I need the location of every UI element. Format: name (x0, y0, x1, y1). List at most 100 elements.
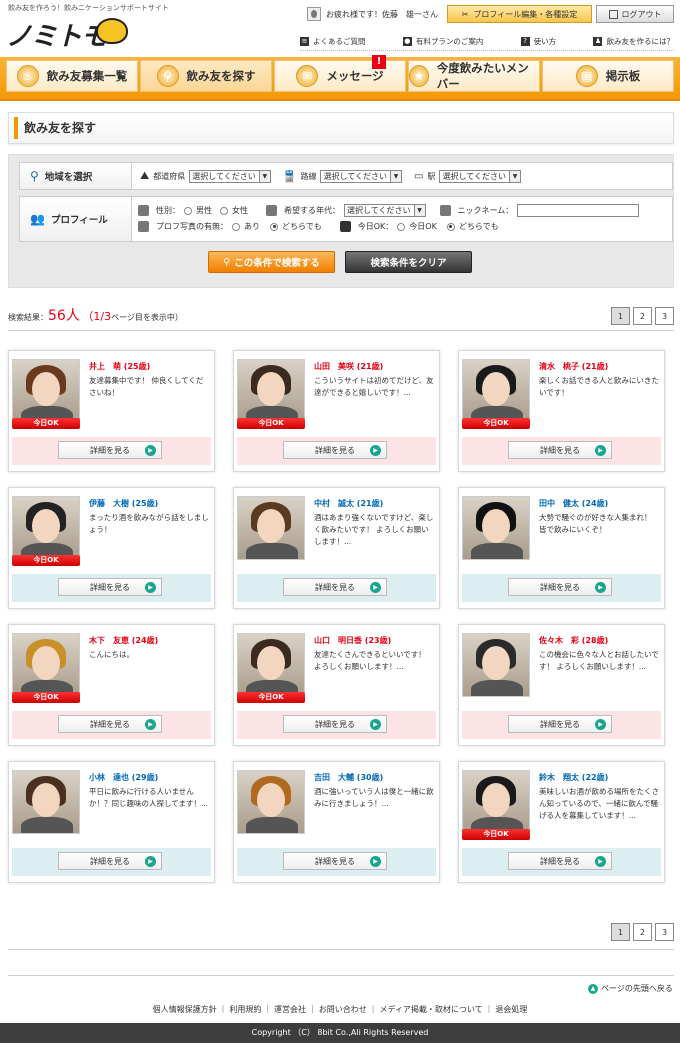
message-alert-badge: ! (372, 55, 386, 69)
search-submit-button[interactable]: ⚲ この条件で検索する (208, 251, 335, 273)
member-name-link[interactable]: 清水 桃子 (21歳) (539, 361, 608, 372)
page-2-button[interactable]: 2 (633, 307, 652, 325)
member-message: こんにちは。 (89, 650, 134, 659)
page-3-button[interactable]: 3 (655, 923, 674, 941)
member-photo[interactable] (462, 359, 530, 423)
line-select[interactable]: 選択してください ▼ (320, 169, 403, 183)
member-name-link[interactable]: 山田 美咲 (21歳) (314, 361, 383, 372)
view-details-button[interactable]: 詳細を見る ▶ (58, 852, 162, 870)
page-1-button[interactable]: 1 (611, 307, 630, 325)
media-link[interactable]: メディア掲載・取材について (379, 1004, 482, 1015)
age-select[interactable]: 選択してください ▼ (344, 204, 426, 217)
nav-recruit-list[interactable]: ♨ 飲み友募集一覧 (6, 60, 138, 92)
member-name-link[interactable]: 伊藤 大樹 (25歳) (89, 498, 158, 509)
view-details-button[interactable]: 詳細を見る ▶ (58, 715, 162, 733)
member-photo[interactable] (462, 770, 530, 834)
today-ok-badge: 今日OK (237, 418, 305, 429)
nickname-input[interactable] (517, 204, 640, 217)
view-details-button[interactable]: 詳細を見る ▶ (508, 852, 612, 870)
view-details-button[interactable]: 詳細を見る ▶ (508, 715, 612, 733)
member-name-link[interactable]: 中村 誠太 (21歳) (314, 498, 383, 509)
member-photo[interactable] (237, 770, 305, 834)
search-clear-button[interactable]: 検索条件をクリア (345, 251, 472, 273)
member-photo[interactable] (12, 496, 80, 560)
arrow-right-icon: ▶ (145, 719, 156, 730)
howto-link[interactable]: ? 使い方 (520, 34, 556, 48)
today-ok-icon (339, 221, 351, 232)
nav-messages[interactable]: ✉ メッセージ! (274, 55, 406, 92)
member-photo[interactable] (462, 496, 530, 560)
member-photo[interactable] (237, 633, 305, 697)
member-message: この機会に色々な人とお話したいです！ よろしくお願いします！... (539, 650, 659, 671)
withdraw-link[interactable]: 退会処理 (495, 1004, 527, 1015)
station-select[interactable]: 選択してください ▼ (439, 169, 521, 183)
gender-male-radio[interactable] (184, 206, 192, 215)
member-card: 小林 達也 (29歳) 平日に飲みに行ける人いませんか！？同じ趣味の人探してます！… (8, 761, 215, 883)
member-name-link[interactable]: 吉田 大輔 (30歳) (314, 772, 383, 783)
member-photo[interactable] (12, 359, 80, 423)
member-name-link[interactable]: 井上 萌 (25歳) (89, 361, 150, 372)
privacy-link[interactable]: 個人情報保護方針 (153, 1004, 217, 1015)
today-ok-radio[interactable] (397, 222, 406, 231)
view-details-button[interactable]: 詳細を見る ▶ (508, 441, 612, 459)
member-card: 今日OK 鈴木 翔太 (22歳) 美味しいお酒が飲める場所をたくさん知っているので、… (458, 761, 665, 883)
member-message: 酒はあまり強くないですけど、楽しく飲みたいです！ よろしくお願いします！... (314, 513, 434, 546)
back-to-top-link[interactable]: ▲ ページの先頭へ戻る (588, 983, 673, 994)
logout-button[interactable]: ログアウト (596, 5, 674, 23)
person-icon: ♟ (593, 36, 603, 46)
member-photo[interactable] (462, 633, 530, 697)
view-details-button[interactable]: 詳細を見る ▶ (283, 441, 387, 459)
arrow-right-icon: ▶ (595, 719, 606, 730)
terms-link[interactable]: 利用規約 (229, 1004, 261, 1015)
nav-favorite-members[interactable]: ★ 今度飲みたいメンバー (408, 60, 540, 92)
page-2-button[interactable]: 2 (633, 923, 652, 941)
member-photo[interactable] (237, 496, 305, 560)
view-details-button[interactable]: 詳細を見る ▶ (283, 852, 387, 870)
footer-divider (8, 975, 674, 976)
member-name-link[interactable]: 鈴木 翔太 (22歳) (539, 772, 608, 783)
company-link[interactable]: 運営会社 (274, 1004, 306, 1015)
nav-find-friends[interactable]: ⚲ 飲み友を探す (140, 60, 272, 92)
page-3-button[interactable]: 3 (655, 307, 674, 325)
card-footer: 詳細を見る ▶ (462, 848, 661, 876)
search-icon: ⚲ (223, 256, 231, 268)
view-details-button[interactable]: 詳細を見る ▶ (283, 715, 387, 733)
results-divider-bottom (8, 949, 674, 950)
member-name-link[interactable]: 木下 友恵 (24歳) (89, 635, 158, 646)
member-photo[interactable] (237, 359, 305, 423)
today-ok-badge: 今日OK (12, 418, 80, 429)
view-details-button[interactable]: 詳細を見る ▶ (58, 578, 162, 596)
station-icon: ▭ (414, 170, 424, 182)
photo-either-radio[interactable] (270, 222, 278, 231)
card-footer: 詳細を見る ▶ (12, 711, 211, 739)
today-either-radio[interactable] (446, 222, 455, 231)
make-friends-link[interactable]: ♟ 飲み友を作るには？ (593, 34, 674, 48)
arrow-right-icon: ▶ (145, 582, 156, 593)
profile-settings-button[interactable]: ✂ プロフィール編集・各種設定 (447, 5, 592, 23)
contact-link[interactable]: お問い合わせ (319, 1004, 367, 1015)
member-photo[interactable] (12, 770, 80, 834)
member-name-link[interactable]: 小林 達也 (29歳) (89, 772, 158, 783)
nav-board[interactable]: ▤ 掲示板 (542, 60, 674, 92)
paid-plan-link[interactable]: ● 有料プランのご案内 (402, 34, 483, 48)
member-photo[interactable] (12, 633, 80, 697)
member-name-link[interactable]: 田中 健太 (24歳) (539, 498, 608, 509)
faq-link[interactable]: ≡ よくあるご質問 (300, 34, 366, 48)
card-footer: 詳細を見る ▶ (462, 574, 661, 602)
member-message: まったり酒を飲みながら話をしましょう！ (89, 513, 209, 534)
page-1-button[interactable]: 1 (611, 923, 630, 941)
card-footer: 詳細を見る ▶ (237, 711, 436, 739)
member-name-link[interactable]: 佐々木 彩 (28歳) (539, 635, 608, 646)
arrow-right-icon: ▶ (370, 582, 381, 593)
view-details-button[interactable]: 詳細を見る ▶ (58, 441, 162, 459)
gender-female-radio[interactable] (220, 206, 228, 215)
train-icon: 🚆 (282, 169, 297, 183)
arrow-right-icon: ▶ (595, 445, 606, 456)
member-message: 酒に強いっていう人は僕と一緒に飲みに行きましょう！... (314, 787, 434, 808)
coin-icon: ● (402, 36, 412, 46)
member-name-link[interactable]: 山口 明日香 (23歳) (314, 635, 391, 646)
prefecture-select[interactable]: 選択してください ▼ (189, 169, 271, 183)
view-details-button[interactable]: 詳細を見る ▶ (283, 578, 387, 596)
view-details-button[interactable]: 詳細を見る ▶ (508, 578, 612, 596)
photo-yes-radio[interactable] (232, 222, 240, 231)
